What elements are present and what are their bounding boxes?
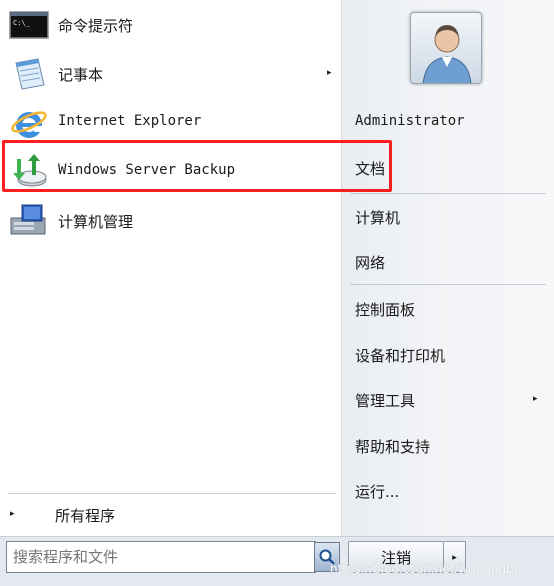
watermark-text: https://blog.csdn.net/wuhongbi [330, 562, 517, 576]
place-control-panel[interactable]: 控制面板 [342, 290, 554, 328]
divider [8, 493, 336, 494]
divider [350, 284, 546, 285]
program-item-command-prompt[interactable]: C:\_ 命令提示符 [0, 2, 340, 48]
place-label: 帮助和支持 [355, 438, 431, 456]
place-label: 计算机 [355, 209, 401, 227]
place-label: 设备和打印机 [355, 347, 446, 365]
place-computer[interactable]: 计算机 [342, 198, 554, 236]
program-list: C:\_ 命令提示符 记事本 ▸ Internet Explorer Windo… [0, 0, 342, 536]
internet-explorer-icon [8, 104, 50, 142]
place-devices-printers[interactable]: 设备和打印机 [342, 336, 554, 374]
place-user-folder[interactable]: Administrator [342, 104, 554, 142]
place-label: 管理工具 [355, 392, 416, 410]
place-run[interactable]: 运行... [342, 472, 554, 510]
server-backup-icon [8, 153, 50, 191]
place-label: 文档 [355, 160, 386, 178]
search-box[interactable] [6, 541, 316, 573]
program-item-computer-management[interactable]: 计算机管理 [0, 198, 340, 244]
program-item-windows-server-backup[interactable]: Windows Server Backup [0, 149, 340, 195]
program-label: 记事本 [58, 66, 104, 84]
program-item-internet-explorer[interactable]: Internet Explorer [0, 100, 340, 146]
user-avatar-icon[interactable] [410, 12, 482, 84]
computer-management-icon [8, 202, 50, 240]
place-label: Administrator [355, 113, 465, 129]
place-label: 运行... [355, 483, 400, 501]
all-programs-label: 所有程序 [55, 507, 116, 525]
divider [350, 193, 546, 194]
place-administrative-tools[interactable]: 管理工具 ▸ [342, 381, 554, 419]
svg-text:C:\_: C:\_ [13, 19, 31, 27]
place-help-support[interactable]: 帮助和支持 [342, 427, 554, 465]
bottom-bar: 注销 ▸ https://blog.csdn.net/wuhongbi [0, 536, 554, 586]
submenu-arrow-icon: ▸ [533, 394, 538, 404]
program-label: 计算机管理 [58, 213, 134, 231]
place-label: 网络 [355, 254, 386, 272]
place-documents[interactable]: 文档 [342, 149, 554, 187]
submenu-arrow-icon: ▸ [327, 68, 332, 78]
expand-arrow-icon: ▸ [10, 509, 15, 519]
program-label: 命令提示符 [58, 17, 134, 35]
places-pane: Administrator 文档 计算机 网络 控制面板 设备和打印机 管理工具… [342, 0, 554, 536]
place-network[interactable]: 网络 [342, 243, 554, 281]
place-label: 控制面板 [355, 301, 416, 319]
program-item-notepad[interactable]: 记事本 ▸ [0, 51, 340, 97]
command-prompt-icon: C:\_ [8, 6, 50, 44]
program-label: Internet Explorer [58, 113, 202, 129]
all-programs-button[interactable]: ▸ 所有程序 [0, 500, 340, 530]
notepad-icon [8, 55, 50, 93]
program-label: Windows Server Backup [58, 162, 236, 178]
search-input[interactable] [13, 546, 309, 568]
start-menu: C:\_ 命令提示符 记事本 ▸ Internet Explorer Windo… [0, 0, 554, 586]
